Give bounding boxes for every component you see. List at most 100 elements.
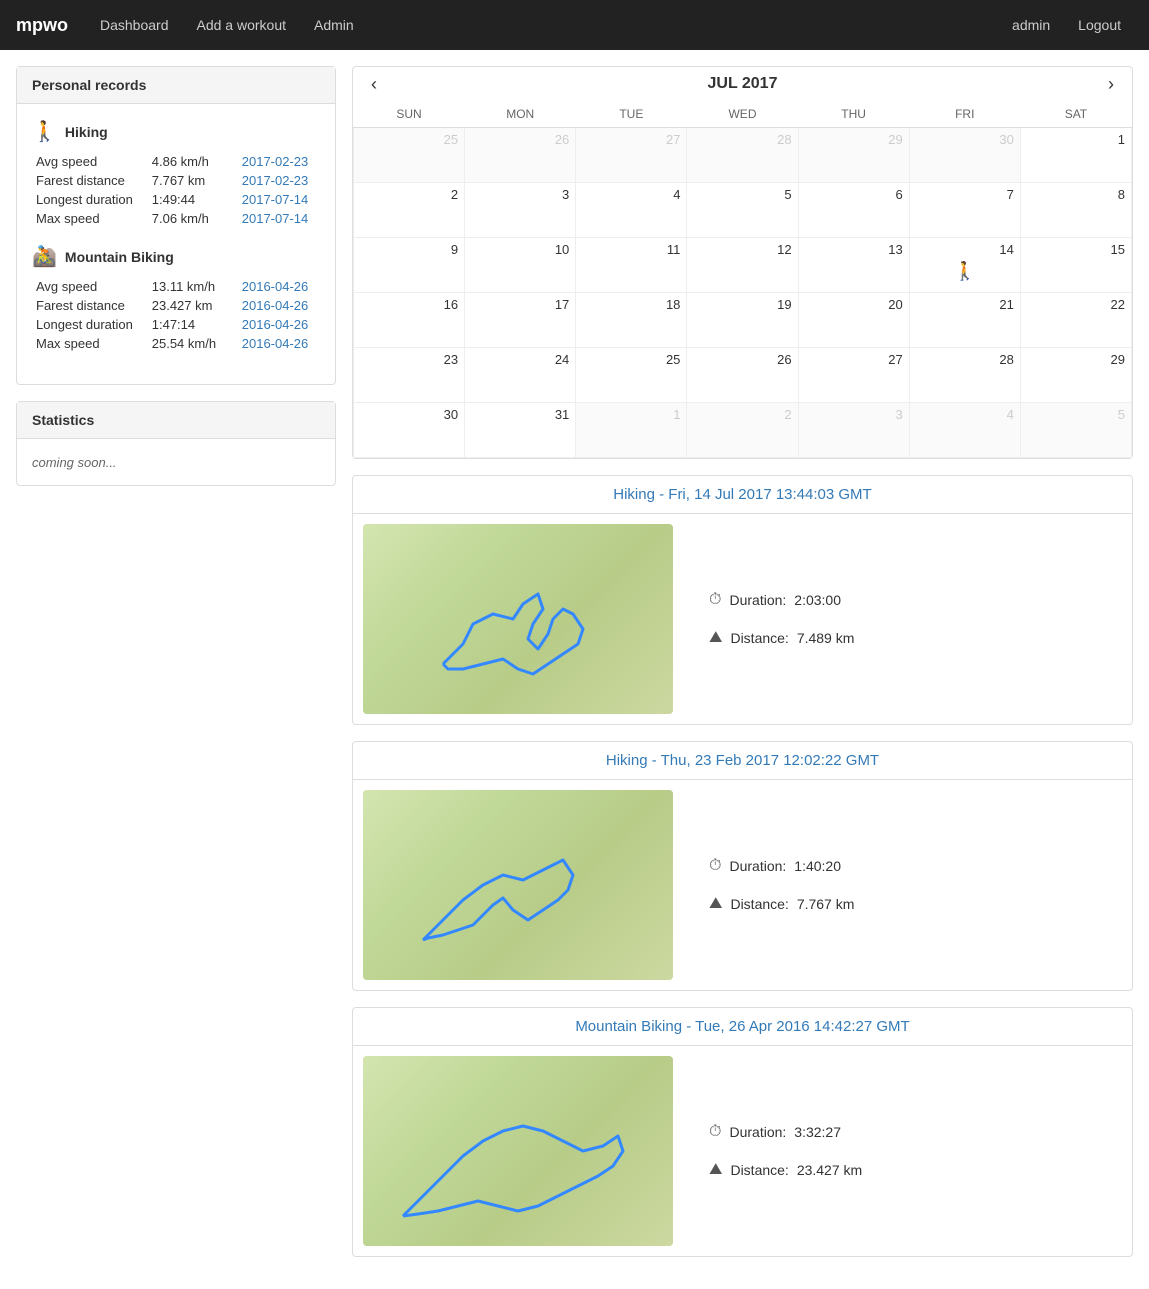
calendar-day[interactable]: 16 bbox=[354, 293, 465, 348]
workout-title-link-3[interactable]: Mountain Biking - Tue, 26 Apr 2016 14:42… bbox=[575, 1018, 909, 1035]
calendar-day[interactable]: 12 bbox=[687, 238, 798, 293]
nav-dashboard[interactable]: Dashboard bbox=[88, 11, 181, 39]
personal-records-card: Personal records 🚶 Hiking Avg speed 4.86… bbox=[16, 66, 336, 385]
nav-admin[interactable]: Admin bbox=[302, 11, 366, 39]
calendar-day[interactable]: 21 bbox=[909, 293, 1020, 348]
calendar-prev-button[interactable]: ‹ bbox=[363, 70, 385, 99]
calendar-week: 23 24 25 26 27 28 29 bbox=[354, 348, 1132, 403]
distance-label-1: Distance: bbox=[730, 630, 788, 646]
record-date-link[interactable]: 2016-04-26 bbox=[242, 336, 309, 351]
calendar-day[interactable]: 3 bbox=[465, 183, 576, 238]
day-number: 27 bbox=[582, 132, 680, 147]
calendar-day[interactable]: 31 bbox=[465, 403, 576, 458]
day-number: 2 bbox=[360, 187, 458, 202]
calendar-day[interactable]: 20 bbox=[798, 293, 909, 348]
calendar-card: ‹ JUL 2017 › SUN MON TUE WED THU FRI SAT bbox=[352, 66, 1133, 459]
record-date-link[interactable]: 2017-02-23 bbox=[242, 173, 309, 188]
day-number: 16 bbox=[360, 297, 458, 312]
workout-stats-1: ⏱ Duration: 2:03:00 ⛰ Distance: 7.489 km bbox=[689, 524, 1122, 714]
calendar-day[interactable]: 3 bbox=[798, 403, 909, 458]
table-row: Farest distance 23.427 km 2016-04-26 bbox=[32, 296, 320, 315]
record-date-link[interactable]: 2016-04-26 bbox=[242, 317, 309, 332]
calendar-day[interactable]: 30 bbox=[909, 128, 1020, 183]
map-route-svg-1 bbox=[363, 524, 673, 714]
day-number: 19 bbox=[693, 297, 791, 312]
calendar-day[interactable]: 5 bbox=[1020, 403, 1131, 458]
mountain-biking-table: Avg speed 13.11 km/h 2016-04-26 Farest d… bbox=[32, 277, 320, 353]
table-row: Max speed 7.06 km/h 2017-07-14 bbox=[32, 209, 320, 228]
record-date-link[interactable]: 2017-02-23 bbox=[242, 154, 309, 169]
calendar-day[interactable]: 11 bbox=[576, 238, 687, 293]
calendar-day[interactable]: 1 bbox=[576, 403, 687, 458]
nav-user[interactable]: admin bbox=[1000, 11, 1062, 39]
workout-stats-3: ⏱ Duration: 3:32:27 ⛰ Distance: 23.427 k… bbox=[689, 1056, 1122, 1246]
calendar-day[interactable]: 25 bbox=[354, 128, 465, 183]
workout-card-body-1: ⏱ Duration: 2:03:00 ⛰ Distance: 7.489 km bbox=[353, 514, 1132, 724]
hiking-records: 🚶 Hiking Avg speed 4.86 km/h 2017-02-23 … bbox=[32, 119, 320, 228]
workout-title-link-2[interactable]: Hiking - Thu, 23 Feb 2017 12:02:22 GMT bbox=[606, 752, 879, 769]
mountain-icon-2: ⛰ bbox=[709, 895, 722, 913]
workout-card-header-1: Hiking - Fri, 14 Jul 2017 13:44:03 GMT bbox=[353, 476, 1132, 514]
calendar-day[interactable]: 8 bbox=[1020, 183, 1131, 238]
mountain-icon-1: ⛰ bbox=[709, 629, 722, 647]
distance-value-3: 23.427 km bbox=[797, 1162, 862, 1178]
record-date-link[interactable]: 2016-04-26 bbox=[242, 298, 309, 313]
calendar-day[interactable]: 4 bbox=[909, 403, 1020, 458]
calendar-day[interactable]: 27 bbox=[576, 128, 687, 183]
day-number: 26 bbox=[693, 352, 791, 367]
record-label: Avg speed bbox=[32, 277, 148, 296]
record-value: 25.54 km/h bbox=[148, 334, 238, 353]
calendar-week: 2 3 4 5 6 7 8 bbox=[354, 183, 1132, 238]
workout-map-2 bbox=[363, 790, 673, 980]
nav-logout[interactable]: Logout bbox=[1066, 11, 1133, 39]
calendar-day[interactable]: 10 bbox=[465, 238, 576, 293]
calendar-day[interactable]: 7 bbox=[909, 183, 1020, 238]
calendar-day[interactable]: 17 bbox=[465, 293, 576, 348]
day-number: 28 bbox=[693, 132, 791, 147]
calendar-day[interactable]: 19 bbox=[687, 293, 798, 348]
calendar-day[interactable]: 14 🚶 bbox=[909, 238, 1020, 293]
day-number: 4 bbox=[916, 407, 1014, 422]
workout-title-link-1[interactable]: Hiking - Fri, 14 Jul 2017 13:44:03 GMT bbox=[613, 486, 871, 503]
calendar-day[interactable]: 24 bbox=[465, 348, 576, 403]
statistics-header: Statistics bbox=[17, 402, 335, 439]
calendar-day[interactable]: 15 bbox=[1020, 238, 1131, 293]
calendar-day[interactable]: 25 bbox=[576, 348, 687, 403]
distance-label-2: Distance: bbox=[730, 896, 788, 912]
calendar-day[interactable]: 6 bbox=[798, 183, 909, 238]
calendar-day[interactable]: 26 bbox=[687, 348, 798, 403]
statistics-body: coming soon... bbox=[17, 439, 335, 485]
record-label: Farest distance bbox=[32, 171, 148, 190]
calendar-day[interactable]: 23 bbox=[354, 348, 465, 403]
calendar-day[interactable]: 13 bbox=[798, 238, 909, 293]
day-number: 12 bbox=[693, 242, 791, 257]
mountain-biking-icon: 🚵 bbox=[32, 244, 57, 269]
workout-card-1: Hiking - Fri, 14 Jul 2017 13:44:03 GMT ⏱… bbox=[352, 475, 1133, 725]
calendar-day[interactable]: 27 bbox=[798, 348, 909, 403]
calendar-day[interactable]: 2 bbox=[354, 183, 465, 238]
calendar-next-button[interactable]: › bbox=[1100, 70, 1122, 99]
calendar-day[interactable]: 30 bbox=[354, 403, 465, 458]
calendar-day[interactable]: 18 bbox=[576, 293, 687, 348]
record-date-link[interactable]: 2017-07-14 bbox=[242, 192, 309, 207]
calendar-day[interactable]: 28 bbox=[687, 128, 798, 183]
day-number: 25 bbox=[360, 132, 458, 147]
workout-map-1 bbox=[363, 524, 673, 714]
calendar-day[interactable]: 28 bbox=[909, 348, 1020, 403]
calendar-day[interactable]: 29 bbox=[1020, 348, 1131, 403]
calendar-day[interactable]: 2 bbox=[687, 403, 798, 458]
calendar-day[interactable]: 29 bbox=[798, 128, 909, 183]
record-date-link[interactable]: 2016-04-26 bbox=[242, 279, 309, 294]
record-date-link[interactable]: 2017-07-14 bbox=[242, 211, 309, 226]
record-value: 1:47:14 bbox=[148, 315, 238, 334]
brand-link[interactable]: mpwo bbox=[16, 15, 68, 36]
calendar-day[interactable]: 9 bbox=[354, 238, 465, 293]
day-number: 4 bbox=[582, 187, 680, 202]
calendar-day[interactable]: 4 bbox=[576, 183, 687, 238]
record-value: 7.06 km/h bbox=[148, 209, 238, 228]
calendar-day[interactable]: 26 bbox=[465, 128, 576, 183]
nav-add-workout[interactable]: Add a workout bbox=[185, 11, 299, 39]
calendar-day[interactable]: 22 bbox=[1020, 293, 1131, 348]
calendar-day[interactable]: 5 bbox=[687, 183, 798, 238]
calendar-day[interactable]: 1 bbox=[1020, 128, 1131, 183]
